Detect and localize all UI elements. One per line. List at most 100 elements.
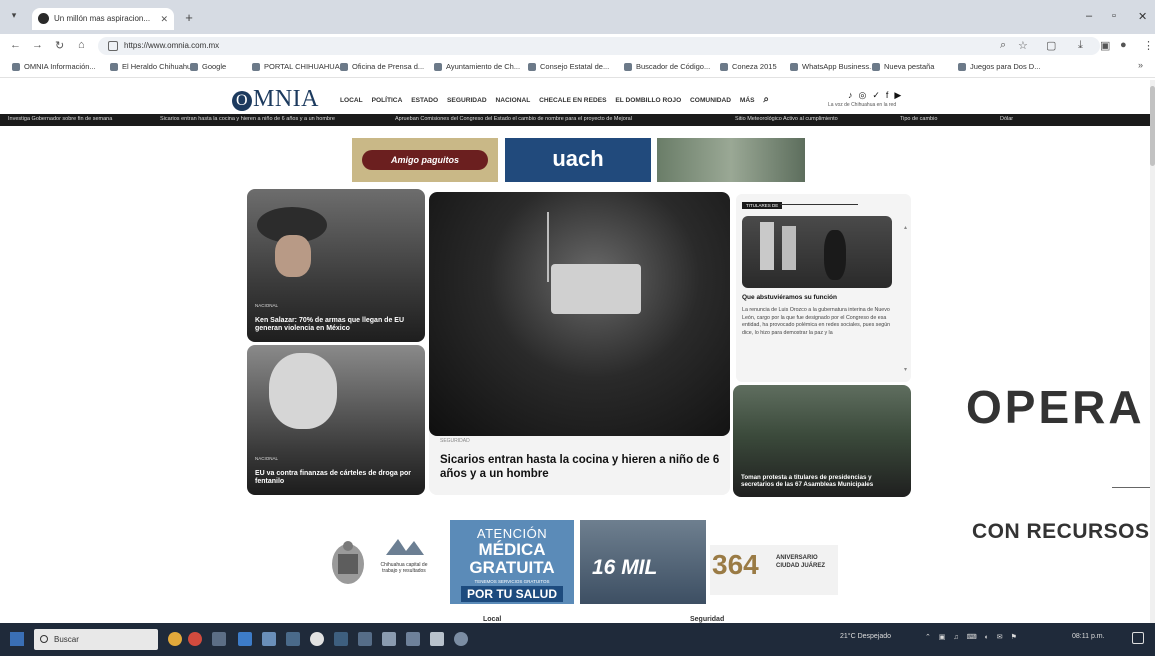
bookmark-item[interactable]: PORTAL CHIHUAHUA — [252, 62, 340, 71]
new-tab-icon[interactable]: + — [180, 9, 198, 27]
nav-estado[interactable]: ESTADO — [411, 97, 438, 104]
ticker-item[interactable]: Tipo de cambio — [900, 116, 937, 122]
widget-icon[interactable] — [168, 632, 182, 646]
scroll-up-icon[interactable]: ▴ — [904, 224, 907, 231]
close-tab-icon[interactable]: ✕ — [160, 8, 168, 30]
weather-widget[interactable]: 21°C Despejado — [840, 633, 891, 640]
ticker-item[interactable]: Sitio Meteorológico Activo al cumplimien… — [735, 116, 838, 122]
chrome-icon[interactable] — [310, 632, 324, 646]
nav-dombillo[interactable]: EL DOMBILLO ROJO — [615, 97, 681, 104]
menu-icon[interactable]: ⋮ — [1143, 39, 1154, 52]
state-seal-logo[interactable] — [328, 538, 368, 588]
scroll-down-icon[interactable]: ▾ — [904, 366, 907, 373]
flag-shape — [782, 226, 796, 270]
ticker-item[interactable]: Investiga Gobernador sobre fin de semana — [8, 116, 112, 122]
nav-nacional[interactable]: NACIONAL — [495, 97, 530, 104]
chihuahua-gov-logo[interactable]: Chihuahua capital de trabajo y resultado… — [376, 537, 432, 587]
home-icon[interactable]: ⌂ — [78, 39, 85, 51]
main-article-title[interactable]: Sicarios entran hasta la cocina y hieren… — [440, 454, 720, 482]
bookmark-item[interactable]: Consejo Estatal de... — [528, 62, 609, 71]
app-icon[interactable] — [188, 632, 202, 646]
bookmark-item[interactable]: Coneza 2015 — [720, 62, 777, 71]
taskbar-search[interactable]: Buscar — [34, 629, 158, 650]
ticker-item[interactable]: Dólar — [1000, 116, 1013, 122]
article-title[interactable]: EU va contra finanzas de cárteles de dro… — [255, 470, 417, 488]
banner-aniversario[interactable]: 364 ANIVERSARIO CIUDAD JUÁREZ — [710, 545, 838, 595]
ticker-item[interactable]: Sicarios entran hasta la cocina y hieren… — [160, 116, 335, 122]
forward-icon[interactable]: → — [32, 39, 43, 51]
bookmark-item[interactable]: Oficina de Prensa d... — [340, 62, 424, 71]
side-banner-headline[interactable]: OPERA — [966, 380, 1145, 434]
tiktok-icon[interactable]: ♪ — [848, 90, 859, 100]
system-tray-icons[interactable]: ⌃ ▣ ♫ ⌨ ◐ ✉ ⚑ — [925, 633, 1020, 641]
side-article-body: La renuncia de Luis Orozco a la gubernat… — [742, 307, 891, 337]
nav-local[interactable]: LOCAL — [340, 97, 363, 104]
banner-16-mil[interactable]: 16 MIL — [580, 520, 706, 604]
article-card-asambleas[interactable]: Toman protesta a titulares de presidenci… — [733, 385, 911, 497]
app-icon[interactable] — [406, 632, 420, 646]
bookmark-item[interactable]: Juegos para Dos D... — [958, 62, 1040, 71]
nav-politica[interactable]: POLÍTICA — [372, 97, 403, 104]
maximize-icon[interactable]: ▫ — [1112, 10, 1116, 22]
photos-icon[interactable] — [358, 632, 372, 646]
banner-photo[interactable] — [657, 138, 805, 182]
bookmark-item[interactable]: OMNIA Información... — [12, 62, 96, 71]
bookmark-item[interactable]: Buscador de Código... — [624, 62, 710, 71]
browser-tab[interactable]: Un millón mas aspiracion... ✕ — [32, 8, 174, 30]
site-logo[interactable]: O MNIA — [232, 86, 319, 113]
app-icon[interactable] — [454, 632, 468, 646]
article-card-fentanilo[interactable]: NACIONAL EU va contra finanzas de cártel… — [247, 345, 425, 495]
download-icon[interactable]: ⤓ — [1078, 39, 1083, 52]
bookmark-item[interactable]: El Heraldo Chihuahua — [110, 62, 195, 71]
app-icon[interactable] — [430, 632, 444, 646]
back-icon[interactable]: ← — [10, 39, 21, 51]
zoom-icon[interactable]: ⌕ — [1000, 39, 1006, 52]
close-window-icon[interactable]: ✕ — [1138, 10, 1147, 23]
side-banner-subhead[interactable]: CON RECURSOS — [972, 520, 1150, 544]
minimize-icon[interactable]: – — [1086, 10, 1092, 22]
nav-mas[interactable]: MÁS — [740, 97, 755, 104]
side-article-image[interactable] — [742, 216, 892, 288]
bookmark-item[interactable]: WhatsApp Business... — [790, 62, 875, 71]
bookmark-item[interactable]: Nueva pestaña — [872, 62, 934, 71]
address-bar[interactable]: https://www.omnia.com.mx — [98, 37, 1100, 55]
site-info-icon[interactable] — [108, 41, 118, 51]
reload-icon[interactable]: ↻ — [55, 39, 64, 52]
task-view-icon[interactable] — [212, 632, 226, 646]
edge-icon[interactable] — [238, 632, 252, 646]
twitter-icon[interactable]: ✓ — [872, 90, 886, 100]
side-news-panel: TITULARES DE ▴ ▾ Que abstuviéramos su fu… — [736, 194, 911, 382]
start-menu-icon[interactable] — [10, 632, 24, 646]
banner-uach[interactable]: uach — [505, 138, 651, 182]
nav-comunidad[interactable]: COMUNIDAD — [690, 97, 731, 104]
file-explorer-icon[interactable] — [262, 632, 276, 646]
search-icon[interactable]: ⌕ — [763, 94, 769, 105]
instagram-icon[interactable]: ◎ — [859, 90, 873, 100]
banner-amigo-paguitos[interactable]: Amigo paguitos — [352, 138, 498, 182]
bookmark-star-icon[interactable]: ☆ — [1018, 39, 1028, 52]
profile-icon[interactable]: ● — [1120, 39, 1127, 51]
extensions-icon[interactable]: ▢ — [1046, 39, 1056, 52]
banner-atencion-medica[interactable]: ATENCIÓN MÉDICA GRATUITA TENEMOS SERVICI… — [450, 520, 574, 604]
tab-search-icon[interactable]: ▾ — [6, 10, 22, 24]
article-title[interactable]: Ken Salazar: 70% de armas que llegan de … — [255, 317, 417, 335]
bookmark-item[interactable]: Ayuntamiento de Ch... — [434, 62, 520, 71]
scrollbar-thumb[interactable] — [1150, 86, 1155, 166]
clock[interactable]: 08:11 p.m. — [1072, 633, 1105, 640]
notifications-icon[interactable] — [1132, 632, 1144, 644]
calendar-icon[interactable] — [382, 632, 396, 646]
article-title[interactable]: Toman protesta a titulares de presidenci… — [741, 474, 903, 490]
store-icon[interactable] — [286, 632, 300, 646]
article-card-salazar[interactable]: NACIONAL Ken Salazar: 70% de armas que l… — [247, 189, 425, 342]
page-scrollbar[interactable] — [1150, 80, 1155, 623]
sidebar-icon[interactable]: ▣ — [1100, 39, 1110, 52]
side-article-title[interactable]: Que abstuviéramos su función — [742, 294, 837, 301]
nav-checale[interactable]: CHECALE EN REDES — [539, 97, 606, 104]
more-bookmarks-icon[interactable]: » — [1138, 60, 1143, 70]
seal-icon — [332, 541, 364, 584]
ticker-item[interactable]: Aprueban Comisiones del Congreso del Est… — [395, 116, 632, 122]
youtube-icon[interactable]: ▶ — [894, 90, 907, 100]
nav-seguridad[interactable]: SEGURIDAD — [447, 97, 487, 104]
mail-icon[interactable] — [334, 632, 348, 646]
bookmark-item[interactable]: Google — [190, 62, 226, 71]
